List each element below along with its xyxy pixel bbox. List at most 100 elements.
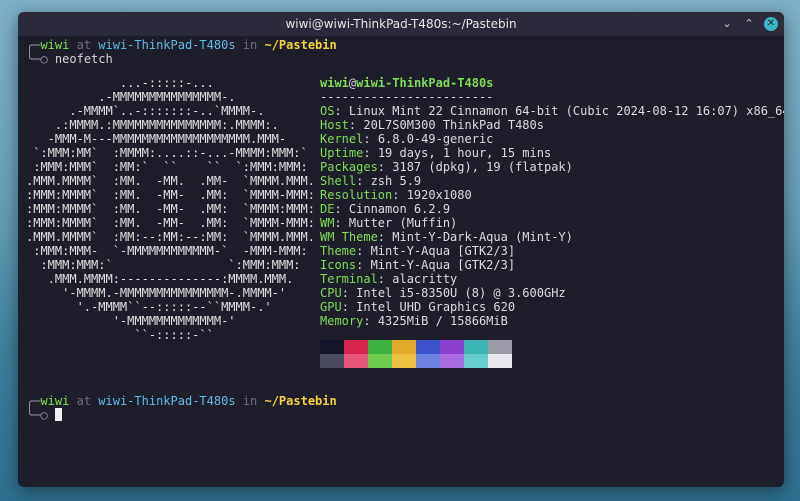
prompt-user: wiwi xyxy=(40,38,70,52)
info-key: CPU xyxy=(320,286,342,300)
color-swatch xyxy=(392,340,416,354)
info-value: Mint-Y-Aqua [GTK2/3] xyxy=(370,244,516,258)
color-swatch xyxy=(392,354,416,368)
color-swatch xyxy=(416,340,440,354)
input-line[interactable]: ╰─○ xyxy=(26,408,337,422)
terminal-output[interactable]: ╭─wiwi at wiwi-ThinkPad-T480s in ~/Paste… xyxy=(26,38,784,487)
info-colon: : xyxy=(377,230,393,244)
info-value: Intel i5-8350U (8) @ 3.600GHz xyxy=(356,286,566,300)
logo-line: :MMM:MMMM` :MM. -MM- .MM: `MMMM:MMM: xyxy=(26,202,315,216)
prompt-host: wiwi-ThinkPad-T480s xyxy=(98,394,236,408)
info-row: OS: Linux Mint 22 Cinnamon 64-bit (Cubic… xyxy=(320,104,784,118)
logo-line: .-MMMMMMMMMMMMMMM-. xyxy=(26,90,236,104)
info-value: 19 days, 1 hour, 15 mins xyxy=(377,146,552,160)
prompt-bottom-hook: ╰─○ xyxy=(26,408,48,422)
info-value: 1920x1080 xyxy=(406,188,472,202)
info-row: Kernel: 6.8.0-49-generic xyxy=(320,132,784,146)
info-row: Theme: Mint-Y-Aqua [GTK2/3] xyxy=(320,244,784,258)
info-key: Memory xyxy=(320,314,364,328)
info-colon: : xyxy=(334,216,349,230)
info-colon: : xyxy=(356,244,371,258)
prompt-line: ╭─wiwi at wiwi-ThinkPad-T480s in ~/Paste… xyxy=(26,394,337,408)
info-row: Icons: Mint-Y-Aqua [GTK2/3] xyxy=(320,258,784,272)
info-value: Mint-Y-Aqua [GTK2/3] xyxy=(370,258,516,272)
info-colon: : xyxy=(341,286,357,300)
logo-line: :MMM:MMM` :MM:` `` `` `:MMM:MMM: xyxy=(26,160,308,174)
mint-ascii-logo: ...-:::::-... .-MMMMMMMMMMMMMMM-. .-MMMM… xyxy=(26,76,315,342)
info-value: 20L7S0M300 ThinkPad T480s xyxy=(363,118,544,132)
command-line: ╰─○ neofetch xyxy=(26,52,776,66)
prompt-dir: ~/Pastebin xyxy=(264,38,337,52)
info-key: Shell xyxy=(320,174,357,188)
info-value: Cinnamon 6.2.9 xyxy=(348,202,451,216)
second-prompt: ╭─wiwi at wiwi-ThinkPad-T480s in ~/Paste… xyxy=(26,394,337,422)
info-row: Host: 20L7S0M300 ThinkPad T480s xyxy=(320,118,784,132)
info-key: Icons xyxy=(320,258,357,272)
info-value: Mint-Y-Dark-Aqua (Mint-Y) xyxy=(392,230,573,244)
info-colon: : xyxy=(363,146,378,160)
color-swatch xyxy=(344,340,368,354)
info-header: wiwi@wiwi-ThinkPad-T480s xyxy=(320,76,784,90)
info-row: WM: Mutter (Muffin) xyxy=(320,216,784,230)
logo-line: :MMM:MMMM` :MM. -MM- .MM: `MMMM-MMM: xyxy=(26,216,315,230)
color-swatch xyxy=(488,354,512,368)
info-key: Uptime xyxy=(320,146,364,160)
info-row: Packages: 3187 (dpkg), 19 (flatpak) xyxy=(320,160,784,174)
logo-line: ``-:::::-`` xyxy=(26,328,214,342)
color-swatch xyxy=(368,354,392,368)
system-info: wiwi@wiwi-ThinkPad-T480s ---------------… xyxy=(320,76,784,328)
text-cursor xyxy=(54,408,62,421)
logo-line: '.-MMMM``--:::::--``MMMM-.' xyxy=(26,300,272,314)
info-key: OS xyxy=(320,104,335,118)
prompt-host: wiwi-ThinkPad-T480s xyxy=(98,38,236,52)
color-swatch xyxy=(440,354,464,368)
logo-line: .MMM.MMMM:--------------:MMMM.MMM. xyxy=(26,272,294,286)
info-value: Linux Mint 22 Cinnamon 64-bit (Cubic 202… xyxy=(348,104,784,118)
info-row: WM Theme: Mint-Y-Dark-Aqua (Mint-Y) xyxy=(320,230,784,244)
logo-line: '-MMMM.-MMMMMMMMMMMMMMM-.MMMM-' xyxy=(26,286,287,300)
info-key: Kernel xyxy=(320,132,364,146)
logo-line: .MMM.MMMM` :MM. -MM. .MM- `MMMM.MMM. xyxy=(26,174,315,188)
color-swatch xyxy=(488,340,512,354)
info-key: Theme xyxy=(320,244,357,258)
color-swatch xyxy=(440,340,464,354)
info-value: Mutter (Muffin) xyxy=(348,216,458,230)
prompt-bottom-hook: ╰─○ xyxy=(26,52,48,66)
info-row: Shell: zsh 5.9 xyxy=(320,174,784,188)
info-colon: : xyxy=(356,258,371,272)
minimize-button[interactable]: ⌄ xyxy=(720,17,734,31)
info-key: GPU xyxy=(320,300,342,314)
color-swatch xyxy=(368,340,392,354)
prompt-in: in xyxy=(242,394,258,408)
prompt-in: in xyxy=(242,38,258,52)
color-swatch xyxy=(464,354,488,368)
info-row: CPU: Intel i5-8350U (8) @ 3.600GHz xyxy=(320,286,784,300)
info-row: Resolution: 1920x1080 xyxy=(320,188,784,202)
info-colon: : xyxy=(334,104,349,118)
info-key: WM xyxy=(320,216,335,230)
info-colon: : xyxy=(392,188,407,202)
info-colon: : xyxy=(348,118,364,132)
color-swatch xyxy=(320,340,344,354)
info-user: wiwi xyxy=(320,76,349,90)
info-colon: : xyxy=(363,132,378,146)
info-row: Memory: 4325MiB / 15866MiB xyxy=(320,314,784,328)
color-palette xyxy=(320,340,512,368)
info-value: zsh 5.9 xyxy=(370,174,422,188)
close-button[interactable]: ✕ xyxy=(764,17,778,31)
color-swatch xyxy=(344,354,368,368)
maximize-button[interactable]: ⌃ xyxy=(742,17,756,31)
info-row: DE: Cinnamon 6.2.9 xyxy=(320,202,784,216)
logo-line: '-MMMMMMMMMMMMM-' xyxy=(26,314,236,328)
logo-line: :MMM:MMM:` `:MMM:MMM: xyxy=(26,258,301,272)
info-key: Packages xyxy=(320,160,378,174)
info-host: wiwi-ThinkPad-T480s xyxy=(356,76,494,90)
color-swatch xyxy=(416,354,440,368)
terminal-window[interactable]: wiwi@wiwi-ThinkPad-T480s:~/Pastebin ⌄ ⌃ … xyxy=(18,12,784,487)
title-bar[interactable]: wiwi@wiwi-ThinkPad-T480s:~/Pastebin ⌄ ⌃ … xyxy=(18,12,784,36)
info-key: WM Theme xyxy=(320,230,378,244)
info-colon: : xyxy=(377,160,393,174)
logo-line: :MMM:MMM- `-MMMMMMMMMMMM-` -MMM-MMM: xyxy=(26,244,308,258)
info-separator: ------------------------ xyxy=(320,90,494,104)
info-colon: : xyxy=(334,202,349,216)
